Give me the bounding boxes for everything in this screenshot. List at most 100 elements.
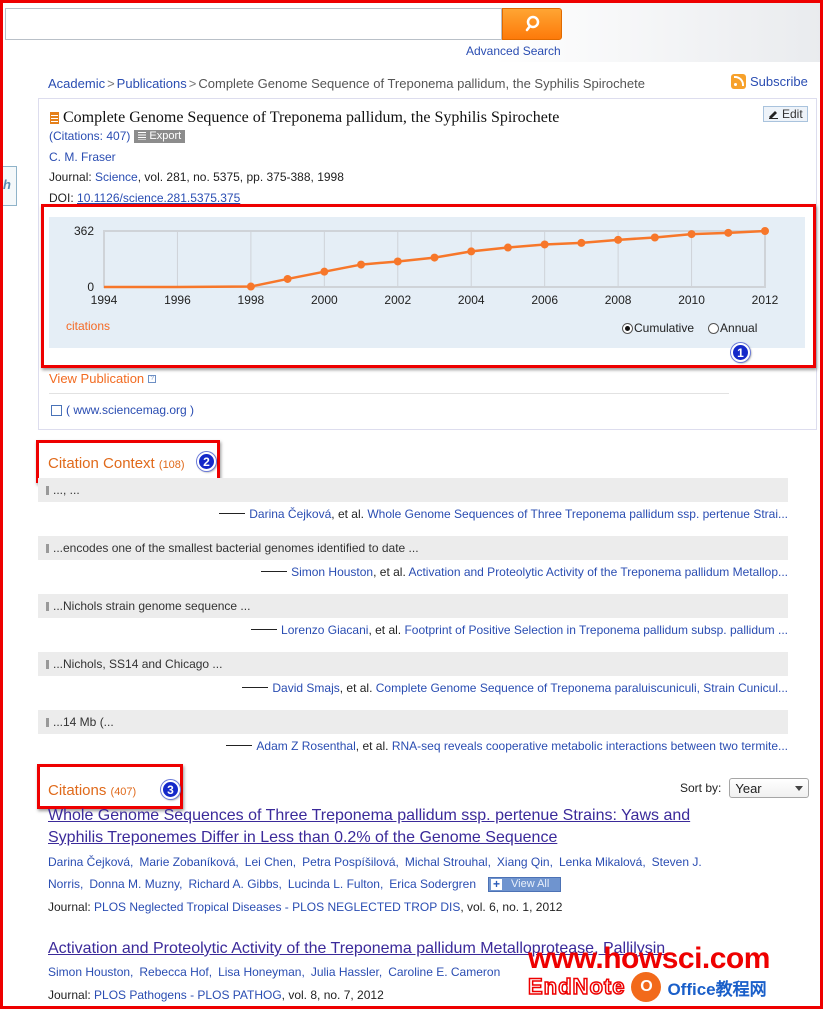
y-tick-label: 362: [74, 224, 94, 238]
view-all-label: View All: [511, 878, 550, 890]
list-icon: [138, 132, 147, 140]
author-link[interactable]: Richard A. Gibbs,: [189, 877, 282, 891]
doi-link[interactable]: 10.1126/science.281.5375.375: [77, 191, 240, 205]
breadcrumb-academic[interactable]: Academic: [48, 76, 105, 91]
context-author-link[interactable]: David Smajs: [272, 681, 339, 695]
sort-label: Sort by:: [680, 781, 722, 795]
context-source: David Smajs, et al. Complete Genome Sequ…: [242, 681, 788, 695]
radio-annual[interactable]: Annual: [708, 321, 757, 335]
journal-link[interactable]: PLOS Neglected Tropical Diseases - PLOS …: [94, 900, 460, 914]
search-button[interactable]: [502, 8, 562, 40]
export-label: Export: [149, 129, 182, 142]
data-point: [283, 274, 292, 283]
journal-link[interactable]: PLOS Pathogens - PLOS PATHOG: [94, 988, 282, 1002]
journal-link[interactable]: Science: [95, 170, 138, 184]
citations-count-link[interactable]: (Citations: 407): [49, 129, 130, 143]
publication-title-text: Complete Genome Sequence of Treponema pa…: [63, 109, 560, 126]
context-snippet: ...Nichols, SS14 and Chicago ...: [38, 652, 788, 676]
citations-count-line: (Citations: 407) Export: [49, 129, 186, 143]
author-link[interactable]: Simon Houston,: [48, 965, 133, 979]
left-side-tab[interactable]: h: [0, 166, 17, 206]
external-link[interactable]: ( www.sciencemag.org ): [51, 403, 194, 417]
subscribe-link[interactable]: Subscribe: [731, 74, 808, 89]
radio-cumulative[interactable]: Cumulative: [622, 321, 694, 335]
citation-context-count: (108): [158, 459, 185, 471]
author-link[interactable]: Caroline E. Cameron: [388, 965, 500, 979]
citation-title-link[interactable]: Whole Genome Sequences of Three Treponem…: [48, 805, 748, 849]
sort-select[interactable]: Year: [729, 778, 810, 798]
data-point: [503, 243, 512, 252]
author-link[interactable]: C. M. Fraser: [49, 150, 116, 164]
context-source: Lorenzo Giacani, et al. Footprint of Pos…: [251, 623, 788, 637]
sort-value: Year: [735, 780, 762, 796]
author-link[interactable]: Darina Čejková,: [48, 855, 133, 869]
author-link[interactable]: Marie Zobaníková,: [139, 855, 238, 869]
author-link[interactable]: Rebecca Hof,: [139, 965, 212, 979]
context-snippet: ..., ...: [38, 478, 788, 502]
data-point: [614, 235, 623, 244]
view-publication-label: View Publication: [49, 371, 145, 386]
citations-count: (407): [110, 786, 137, 798]
y-tick-label: 0: [87, 280, 94, 294]
context-author-link[interactable]: Darina Čejková: [249, 507, 331, 521]
journal-prefix: Journal:: [48, 988, 95, 1002]
view-publication-link[interactable]: View Publication ?: [49, 371, 157, 386]
author-link[interactable]: Lisa Honeyman,: [218, 965, 305, 979]
author-link[interactable]: Lei Chen,: [245, 855, 296, 869]
breadcrumb-publications[interactable]: Publications: [117, 76, 187, 91]
quote-bar-icon: [46, 602, 49, 611]
journal-details: , vol. 8, no. 7, 2012: [281, 988, 384, 1002]
et-al: , et al.: [355, 739, 392, 753]
watermark-url: www.howsci.com: [528, 942, 770, 975]
author-link[interactable]: Donna M. Muzny,: [89, 877, 182, 891]
author-link[interactable]: Xiang Qin,: [497, 855, 553, 869]
citations-heading: Citations (407): [48, 782, 136, 799]
export-button[interactable]: Export: [134, 129, 186, 143]
author-link[interactable]: Julia Hassler,: [311, 965, 382, 979]
journal-prefix: Journal:: [49, 170, 96, 184]
context-source: Adam Z Rosenthal, et al. RNA-seq reveals…: [226, 739, 788, 753]
context-snippet: ...encodes one of the smallest bacterial…: [38, 536, 788, 560]
context-paper-link[interactable]: Complete Genome Sequence of Treponema pa…: [376, 681, 788, 695]
dash: [219, 513, 246, 514]
edit-label: Edit: [782, 107, 803, 121]
context-snippet-text: ..., ...: [53, 483, 80, 497]
help-icon[interactable]: ?: [148, 374, 157, 383]
author-link[interactable]: Lucinda L. Fulton,: [288, 877, 383, 891]
context-paper-link[interactable]: Footprint of Positive Selection in Trepo…: [404, 623, 788, 637]
divider: [49, 393, 729, 394]
context-snippet: ...Nichols strain genome sequence ...: [38, 594, 788, 618]
view-all-button[interactable]: + View All: [488, 876, 562, 892]
x-tick-label: 1994: [91, 293, 118, 307]
chart-series-label: citations: [66, 319, 111, 333]
context-author-link[interactable]: Simon Houston: [291, 565, 373, 579]
context-paper-link[interactable]: RNA-seq reveals cooperative metabolic in…: [392, 739, 788, 753]
author-link[interactable]: Erica Sodergren: [389, 877, 476, 891]
data-point: [724, 228, 733, 237]
author-link[interactable]: Lenka Mikalová,: [559, 855, 646, 869]
context-paper-link[interactable]: Whole Genome Sequences of Three Treponem…: [367, 507, 788, 521]
data-point: [357, 260, 366, 269]
breadcrumb: Academic > Publications > Complete Genome Se…: [48, 76, 645, 91]
dash: [226, 745, 253, 746]
context-paper-link[interactable]: Activation and Proteolytic Activity of t…: [408, 565, 788, 579]
context-author-link[interactable]: Lorenzo Giacani: [281, 623, 368, 637]
context-source: Simon Houston, et al. Activation and Pro…: [261, 565, 788, 579]
edit-button[interactable]: Edit: [763, 106, 808, 122]
x-tick-label: 1996: [164, 293, 191, 307]
x-tick-label: 2004: [458, 293, 485, 307]
annotation-badge-3: 3: [161, 780, 180, 799]
radio-annual-label: Annual: [720, 321, 758, 335]
external-link-icon: [51, 404, 62, 416]
data-point: [687, 230, 696, 239]
author-link[interactable]: Petra Pospíšilová,: [302, 855, 399, 869]
quote-bar-icon: [46, 486, 49, 495]
search-input[interactable]: [5, 8, 502, 40]
x-tick-label: 2002: [384, 293, 411, 307]
plus-icon: +: [491, 877, 502, 891]
context-snippet-text: ...Nichols strain genome sequence ...: [53, 599, 251, 613]
author-link[interactable]: Michal Strouhal,: [405, 855, 491, 869]
quote-bar-icon: [46, 718, 49, 727]
advanced-search-link[interactable]: Advanced Search: [466, 44, 561, 58]
context-author-link[interactable]: Adam Z Rosenthal: [256, 739, 355, 753]
